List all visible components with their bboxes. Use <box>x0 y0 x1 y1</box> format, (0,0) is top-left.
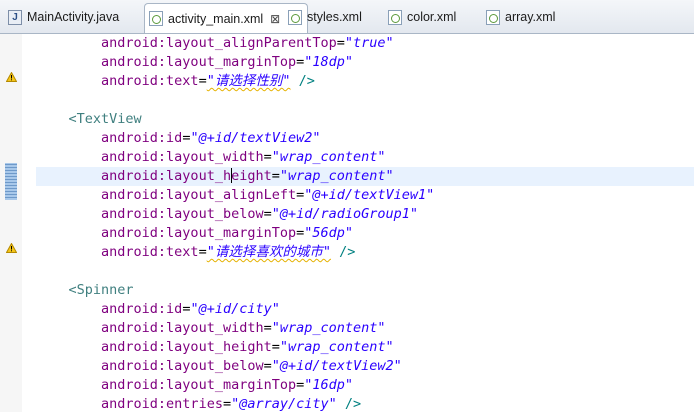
code-line: android:layout_alignLeft="@+id/textView1… <box>101 187 435 203</box>
java-file-icon: J <box>8 9 22 25</box>
code-line: <TextView <box>68 111 142 127</box>
gutter-margin <box>22 34 36 412</box>
code-line: android:id="@+id/textView2" <box>101 130 321 146</box>
code-line: android:layout_alignParentTop="true" <box>101 35 394 51</box>
tab-array-xml[interactable]: array.xml <box>482 4 578 30</box>
change-marker <box>5 163 17 200</box>
code-line: android:layout_below="@+id/textView2" <box>101 358 402 374</box>
code-line: android:layout_marginTop="16dp" <box>101 377 354 393</box>
code-line: <Spinner <box>68 282 134 298</box>
editor-tab-bar: J MainActivity.java activity_main.xml ⊠ … <box>0 0 694 34</box>
tab-label: array.xml <box>505 10 556 24</box>
xml-file-icon <box>149 11 163 26</box>
current-code-line: android:layout_height="wrap_content" <box>36 167 694 186</box>
xml-file-icon <box>288 9 302 25</box>
code-line: android:entries="@array/city" /> <box>101 396 362 412</box>
tab-label: activity_main.xml <box>168 11 264 26</box>
code-line: android:layout_height="wrap_content" <box>101 339 394 355</box>
tab-label: styles.xml <box>307 10 362 24</box>
code-line: android:layout_below="@+id/radioGroup1" <box>101 206 419 222</box>
code-line: android:text="请选择喜欢的城市" /> <box>101 244 356 260</box>
code-line: android:layout_width="wrap_content" <box>101 320 386 336</box>
code-line: android:layout_width="wrap_content" <box>101 149 386 165</box>
close-tab-icon[interactable]: ⊠ <box>270 12 280 26</box>
editor-gutter[interactable] <box>0 34 23 412</box>
warning-icon[interactable] <box>6 243 17 253</box>
xml-code-editor[interactable]: android:layout_alignParentTop="true" and… <box>36 34 694 412</box>
tab-styles-xml[interactable]: styles.xml <box>284 4 380 30</box>
code-line: android:layout_marginTop="18dp" <box>101 54 354 70</box>
warning-squiggle: "请选择喜欢的城市" <box>206 244 331 260</box>
xml-file-icon <box>388 9 402 25</box>
tab-label: color.xml <box>407 10 457 24</box>
tab-mainactivity-java[interactable]: J MainActivity.java <box>4 4 142 30</box>
warning-icon[interactable] <box>6 72 17 82</box>
code-line: android:layout_marginTop="56dp" <box>101 225 354 241</box>
xml-file-icon <box>486 9 500 25</box>
code-line: android:text="请选择性别" /> <box>101 73 315 89</box>
code-line: android:id="@+id/city" <box>101 301 280 317</box>
tab-color-xml[interactable]: color.xml <box>384 4 480 30</box>
tab-label: MainActivity.java <box>27 10 120 24</box>
warning-squiggle: "请选择性别" <box>206 73 291 89</box>
